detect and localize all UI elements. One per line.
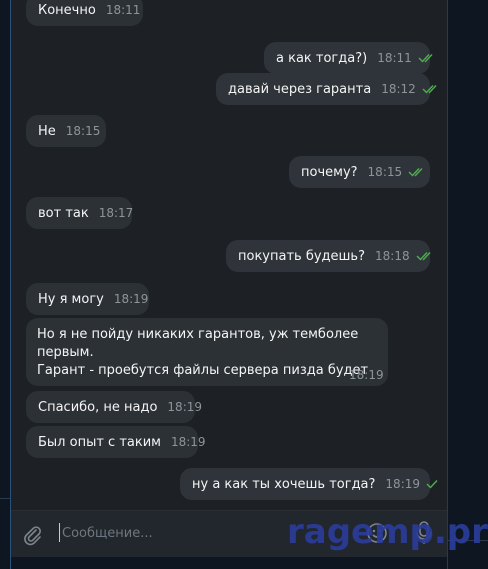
message-time: 18:19 — [385, 477, 421, 491]
message-outgoing[interactable]: покупать будешь? 18:18 — [226, 240, 431, 272]
paperclip-icon[interactable] — [22, 524, 44, 550]
message-time: 18:19 — [349, 368, 384, 382]
single-check-icon — [426, 479, 440, 489]
message-incoming[interactable]: Но я не пойду никаких гарантов, уж тембо… — [26, 318, 388, 386]
message-input[interactable] — [62, 524, 262, 542]
message-incoming[interactable]: Ну я могу 18:19 — [26, 283, 149, 315]
message-time: 18:11 — [377, 51, 412, 65]
message-text: покупать будешь? — [238, 248, 365, 264]
message-time: 18:11 — [105, 3, 141, 17]
message-incoming[interactable]: Спасибо, не надо 18:19 — [26, 391, 202, 423]
message-text: Конечно — [38, 2, 96, 18]
watermark-logo: ragemp.pro — [287, 512, 488, 552]
message-time: 18:12 — [381, 82, 416, 96]
message-text: Был опыт с таким — [38, 434, 161, 450]
message-text: вот так — [38, 205, 89, 221]
message-outgoing[interactable]: почему? 18:15 — [289, 156, 430, 188]
message-outgoing[interactable]: а как тогда?) 18:11 — [264, 42, 433, 74]
message-time: 18:19 — [167, 400, 203, 414]
double-check-icon — [422, 84, 440, 94]
double-check-icon — [408, 167, 426, 177]
message-text: ну а как ты хочешь тогда? — [192, 476, 376, 492]
outer-divider — [0, 498, 10, 499]
message-time: 18:19 — [113, 292, 149, 306]
message-text-line: Но я не пойду никаких гарантов, уж тембо… — [37, 327, 359, 342]
double-check-icon — [416, 251, 434, 261]
message-outgoing[interactable]: ну а как ты хочешь тогда? 18:19 — [180, 468, 438, 500]
message-text: Ну я могу — [38, 291, 104, 307]
message-incoming[interactable]: Не 18:15 — [26, 115, 106, 147]
message-text: Не — [38, 123, 56, 139]
message-incoming[interactable]: вот так 18:17 — [26, 197, 134, 229]
message-text: Спасибо, не надо — [38, 399, 158, 415]
message-incoming[interactable]: Был опыт с таким 18:19 — [26, 426, 206, 458]
message-time: 18:18 — [375, 249, 410, 263]
message-text-line: первым. — [37, 345, 94, 360]
message-time: 18:19 — [170, 435, 206, 449]
window-border-right — [447, 0, 448, 569]
text-cursor — [59, 523, 60, 542]
message-time: 18:17 — [98, 206, 134, 220]
message-text-line: Гарант - проебутся файлы сервера пизда б… — [37, 363, 369, 378]
message-text: почему? — [301, 164, 358, 180]
message-text: давай через гаранта — [228, 81, 372, 97]
message-time: 18:15 — [367, 165, 403, 179]
message-time: 18:15 — [65, 124, 101, 138]
message-incoming[interactable]: Конечно 18:11 — [26, 0, 143, 26]
double-check-icon — [418, 53, 436, 63]
message-text: а как тогда?) — [276, 50, 368, 66]
message-outgoing[interactable]: давай через гаранта 18:12 — [216, 73, 437, 105]
